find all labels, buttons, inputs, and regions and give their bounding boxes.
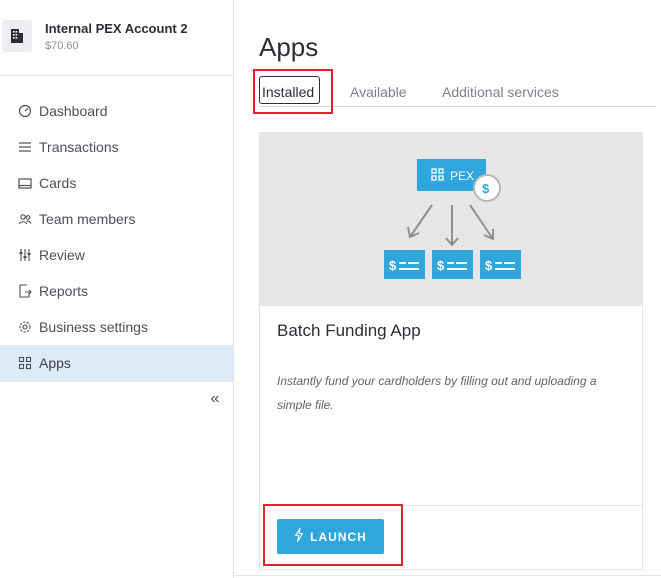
report-export-icon xyxy=(17,283,33,299)
sidebar-item-label: Apps xyxy=(39,355,71,371)
sidebar-item-label: Review xyxy=(39,247,85,263)
sidebar-item-label: Business settings xyxy=(39,319,148,335)
pex-logo-text: PEX xyxy=(450,169,474,183)
collapse-sidebar-icon[interactable]: « xyxy=(206,390,224,408)
sidebar-item-label: Cards xyxy=(39,175,77,191)
sidebar-item-label: Team members xyxy=(39,211,136,227)
highlight-box-launch xyxy=(263,504,403,566)
sidebar-item-transactions[interactable]: Transactions xyxy=(0,129,233,165)
bottom-divider xyxy=(234,575,661,576)
sidebar-item-apps[interactable]: Apps xyxy=(0,345,233,381)
sidebar-item-label: Dashboard xyxy=(39,103,108,119)
account-name: Internal PEX Account 2 xyxy=(45,21,188,36)
sidebar-item-review[interactable]: Review xyxy=(0,237,233,273)
building-icon xyxy=(2,20,32,52)
gear-icon xyxy=(17,319,33,335)
highlight-box-installed xyxy=(253,69,333,114)
coin-dollar-text: $ xyxy=(482,181,490,196)
sidebar: Internal PEX Account 2 $70.60 Dashboard … xyxy=(0,0,234,578)
sidebar-divider xyxy=(0,381,233,382)
sidebar-item-cards[interactable]: Cards xyxy=(0,165,233,201)
sidebar-item-reports[interactable]: Reports xyxy=(0,273,233,309)
card-dollar-text: $ xyxy=(437,258,445,273)
sidebar-item-team-members[interactable]: Team members xyxy=(0,201,233,237)
account-balance: $70.60 xyxy=(45,40,79,52)
account-switcher[interactable]: Internal PEX Account 2 $70.60 xyxy=(0,0,233,76)
card-dollar-text: $ xyxy=(485,258,493,273)
sidebar-item-label: Transactions xyxy=(39,139,119,155)
grid-icon xyxy=(17,355,33,371)
card-dollar-text: $ xyxy=(389,258,397,273)
app-hero-illustration: PEX $ $ $ $ xyxy=(260,133,642,306)
sidebar-item-label: Reports xyxy=(39,283,89,299)
team-icon xyxy=(17,211,33,227)
page-title: Apps xyxy=(259,32,319,62)
sidebar-nav: Dashboard Transactions Cards Team member… xyxy=(0,93,233,381)
sidebar-item-dashboard[interactable]: Dashboard xyxy=(0,93,233,129)
tab-additional-services[interactable]: Additional services xyxy=(442,84,559,100)
list-icon xyxy=(17,139,33,155)
tab-available[interactable]: Available xyxy=(350,84,407,100)
sidebar-item-business-settings[interactable]: Business settings xyxy=(0,309,233,345)
card-icon xyxy=(17,175,33,191)
dashboard-gauge-icon xyxy=(17,103,33,119)
app-description: Instantly fund your cardholders by filli… xyxy=(277,374,597,412)
app-title: Batch Funding App xyxy=(277,321,421,340)
sliders-icon xyxy=(17,247,33,263)
